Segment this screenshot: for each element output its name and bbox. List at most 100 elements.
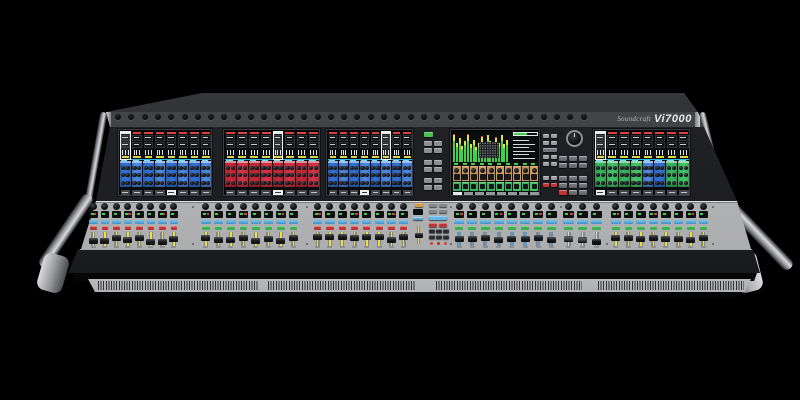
encoder-knob[interactable] [170,203,177,210]
vistonics-knob[interactable] [171,181,175,185]
vistonics-knob[interactable] [667,166,671,170]
vistonics-knob[interactable] [148,181,152,185]
vistonics-knob[interactable] [608,181,612,185]
master-button[interactable] [514,184,519,189]
monitor-button[interactable] [559,156,567,161]
select-button[interactable] [577,220,588,224]
vistonics-knob[interactable] [231,166,235,170]
select-button[interactable] [158,220,167,224]
channel-label[interactable] [392,190,401,195]
select-button[interactable] [649,220,659,224]
mute-button[interactable] [215,226,223,230]
vistonics-knob[interactable] [261,166,265,170]
vistonics-strip[interactable] [328,161,338,187]
vistonics-knob[interactable] [596,166,600,170]
encoder-knob[interactable] [159,203,166,210]
fader-strip[interactable] [576,202,589,248]
vistonics-knob[interactable] [333,181,337,185]
mute-master-button[interactable] [439,223,447,227]
panel-button[interactable] [551,176,557,180]
vistonics-knob[interactable] [375,166,379,170]
encoder-knob[interactable] [227,203,234,210]
fader-strip[interactable] [288,202,300,248]
fader-cap[interactable] [289,235,298,241]
master-vistonics-strip[interactable] [479,182,487,192]
vca-button[interactable] [429,203,437,207]
master-label[interactable] [475,192,484,197]
fader-cap[interactable] [592,239,601,245]
encoder-knob[interactable] [548,203,555,210]
monitor-level-knob[interactable] [566,130,583,147]
page-button[interactable] [436,229,442,233]
master-knob[interactable] [497,168,502,173]
fader-strip[interactable] [648,202,660,248]
vistonics-knob[interactable] [278,166,282,170]
vistonics-knob[interactable] [261,181,265,185]
select-button[interactable] [112,220,121,224]
channel-label[interactable] [360,190,369,195]
vistonics-knob[interactable] [655,166,659,170]
vistonics-knob[interactable] [155,173,159,177]
master-vistonics-strip[interactable] [470,166,478,181]
vistonics-knob[interactable] [285,173,289,177]
fader-strip[interactable] [532,202,544,248]
master-vistonics-strip[interactable] [453,166,461,181]
fader-strip[interactable] [361,202,372,248]
encoder-knob[interactable] [363,203,370,210]
vistonics-knob[interactable] [226,166,230,170]
vistonics-knob[interactable] [375,181,379,185]
vistonics-knob[interactable] [596,181,600,185]
vistonics-knob[interactable] [254,173,258,177]
master-knob[interactable] [523,168,528,173]
panel-button[interactable] [424,185,432,190]
vistonics-knob[interactable] [266,173,270,177]
vistonics-knob[interactable] [613,166,617,170]
channel-label[interactable] [631,190,641,195]
vistonics-knob[interactable] [137,173,141,177]
page-button[interactable] [429,235,435,239]
encoder-knob[interactable] [388,203,395,210]
vistonics-knob[interactable] [137,166,141,170]
vistonics-knob[interactable] [655,181,659,185]
channel-label[interactable] [285,190,295,195]
master-button[interactable] [454,174,460,180]
screen-master[interactable] [450,129,540,196]
solo-clear-button[interactable] [551,183,557,187]
fader-cap[interactable] [135,235,144,241]
fader-cap[interactable] [547,237,556,243]
encoder-knob[interactable] [277,203,284,210]
fader-strip[interactable] [111,202,122,248]
vistonics-knob[interactable] [396,181,400,185]
fader-cap[interactable] [481,235,490,241]
master-button[interactable] [531,174,537,180]
vistonics-knob[interactable] [243,173,247,177]
vistonics-knob[interactable] [302,181,306,185]
select-button[interactable] [239,220,249,224]
screen-inputs-3[interactable] [326,129,413,196]
fader-strip[interactable] [225,202,237,248]
vistonics-strip[interactable] [132,161,143,187]
screen-inputs-1[interactable] [118,129,212,196]
master-vistonics-strip[interactable] [462,166,470,181]
screen-inputs-4[interactable] [593,129,690,196]
fader-strip[interactable] [169,202,180,248]
mute-button[interactable] [159,226,166,230]
vistonics-knob[interactable] [684,173,688,177]
vistonics-strip[interactable] [360,161,370,187]
vistonics-knob[interactable] [672,181,676,185]
vistonics-knob[interactable] [243,166,247,170]
encoder-knob[interactable] [565,203,572,210]
master-button[interactable] [497,174,503,180]
fader-strip[interactable] [157,202,168,248]
encoder-knob[interactable] [124,203,131,210]
fader-strip[interactable] [275,202,287,248]
vistonics-knob[interactable] [290,181,294,185]
mute-button[interactable] [113,226,120,230]
vistonics-knob[interactable] [365,173,369,177]
panel-button[interactable] [434,160,442,165]
monitor-button[interactable] [579,183,587,188]
vistonics-strip[interactable] [261,161,272,187]
master-knob[interactable] [454,168,459,173]
vistonics-knob[interactable] [171,173,175,177]
mute-button[interactable] [400,226,407,230]
